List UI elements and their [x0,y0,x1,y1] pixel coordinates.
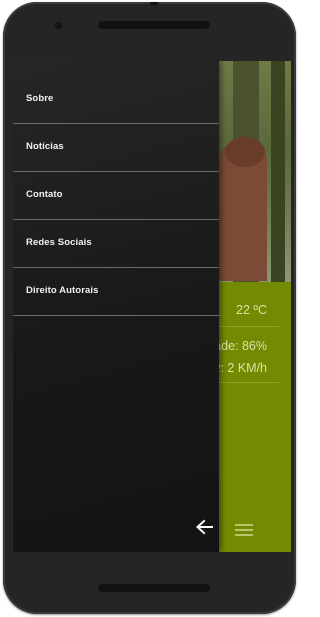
temperature-value: 22 ºC [236,303,267,317]
top-speaker [98,21,210,29]
weather-divider [209,382,279,383]
drawer-item-sobre[interactable]: Sobre [13,76,219,124]
bottom-speaker [98,584,210,592]
drawer-item-contato[interactable]: Contato [13,172,219,220]
drawer-item-noticias[interactable]: Notícias [13,124,219,172]
wind-value: y: 2 KM/h [214,361,267,375]
hero-person-head [225,137,265,167]
drawer-item-label: Sobre [26,93,54,104]
drawer-item-label: Redes Sociais [26,237,92,248]
drawer-item-label: Direito Autorais [26,285,99,296]
drawer-item-redes-sociais[interactable]: Redes Sociais [13,220,219,268]
phone-sensor [150,2,158,5]
drawer-item-label: Notícias [26,141,64,152]
app-screen: 22 ºC ade: 86% y: 2 KM/h Sobre Notícias … [13,61,291,552]
drawer-item-label: Contato [26,189,63,200]
navigation-drawer: Sobre Notícias Contato Redes Sociais Dir… [13,61,219,552]
front-camera [55,22,62,29]
arrow-left-icon[interactable] [195,519,213,535]
drawer-item-direito-autorais[interactable]: Direito Autorais [13,268,219,316]
phone-frame: 22 ºC ade: 86% y: 2 KM/h Sobre Notícias … [3,2,296,614]
hamburger-menu-icon[interactable] [235,524,253,537]
weather-divider [209,326,279,327]
hero-tree [271,61,285,282]
humidity-value: ade: 86% [214,339,267,353]
